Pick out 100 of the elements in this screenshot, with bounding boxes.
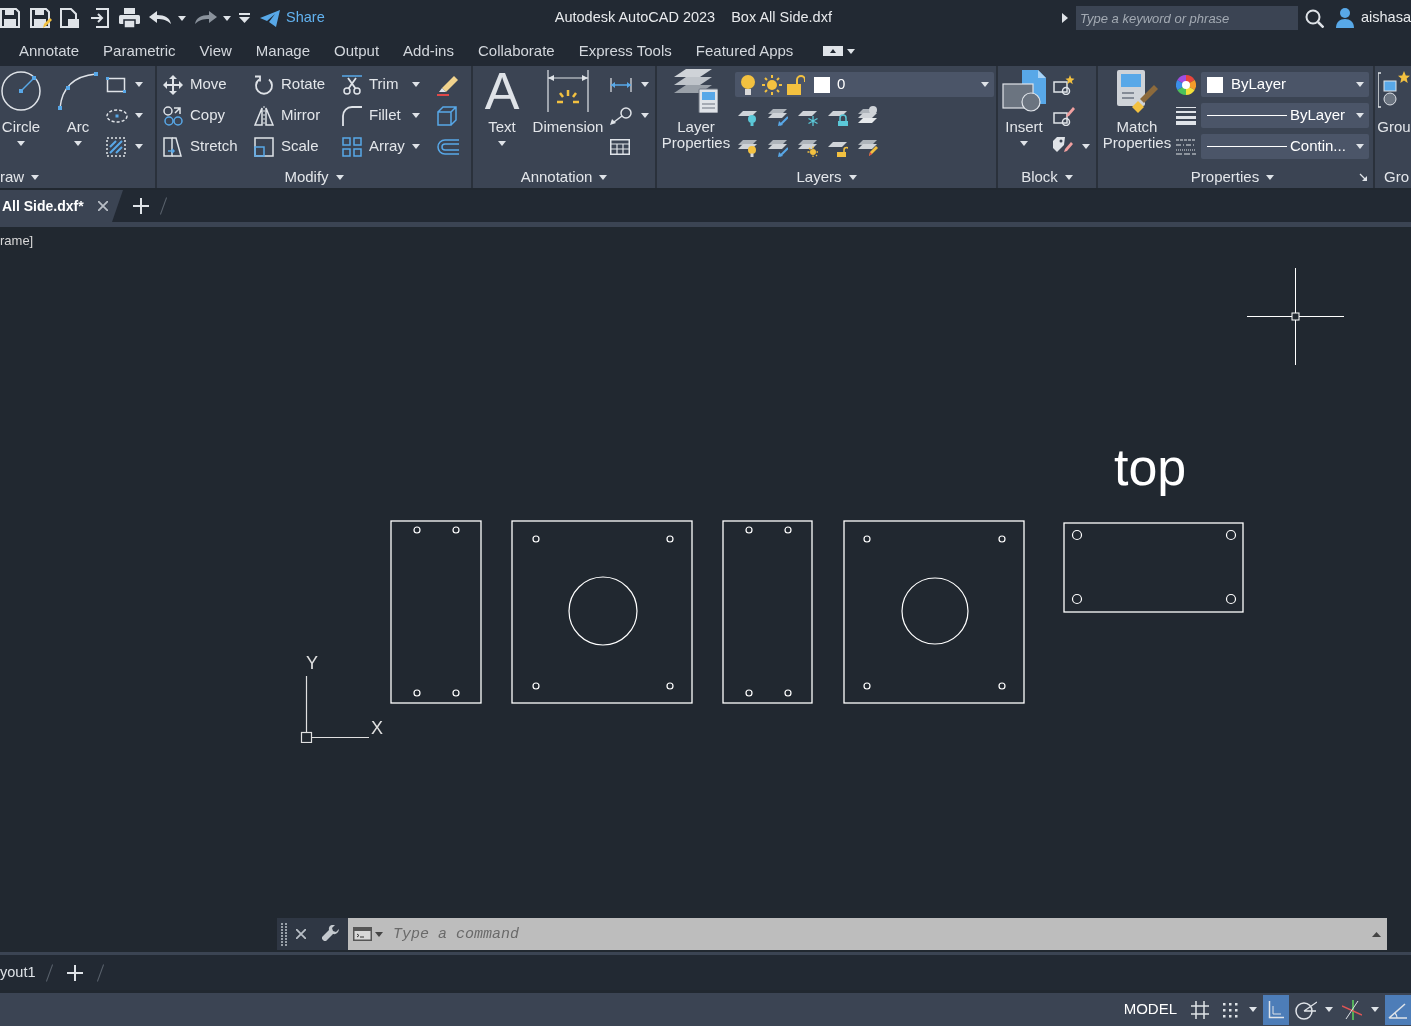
panel-title-button[interactable]: Layers (796, 169, 857, 185)
rounded-corner-icon[interactable] (342, 105, 362, 126)
plus-icon[interactable] (67, 964, 84, 981)
nested-squares-icon[interactable] (254, 136, 274, 157)
layer-dropdown[interactable]: 0 (735, 72, 994, 97)
leader-icon[interactable] (610, 106, 632, 125)
crossing-lines-icon[interactable] (1342, 999, 1362, 1020)
caret-icon[interactable] (31, 174, 40, 180)
tool-button[interactable]: Rotate (254, 69, 326, 100)
command-field[interactable]: Type a command (348, 918, 1387, 950)
ribbon-tab[interactable]: Express Tools (566, 36, 684, 66)
tool-button[interactable]: Circle (0, 66, 42, 146)
caret-icon[interactable] (375, 932, 383, 937)
caret-icon[interactable] (1082, 144, 1090, 149)
tool-button[interactable]: Stretch (163, 131, 238, 162)
tool-button[interactable]: Move (163, 69, 227, 100)
document-arrow-icon[interactable] (91, 8, 109, 28)
caret-icon[interactable] (335, 174, 344, 180)
caret-icon[interactable] (1356, 113, 1364, 118)
ribbon-tab[interactable]: Manage (243, 36, 323, 66)
caret-icon[interactable] (1064, 174, 1073, 180)
floppy-disk-pencil-icon[interactable] (30, 7, 52, 29)
search-icon[interactable] (1305, 8, 1324, 28)
color-dropdown[interactable]: ByLayer (1201, 72, 1369, 97)
ribbon-tab[interactable]: Parametric (91, 36, 188, 66)
close-icon[interactable] (98, 201, 108, 211)
line-caret-icon[interactable] (239, 13, 250, 23)
stretch-icon[interactable] (163, 136, 183, 157)
search-field[interactable]: Type a keyword or phrase (1076, 6, 1298, 30)
user-icon[interactable] (1336, 8, 1354, 28)
ribbon-tab[interactable]: Add-ins (391, 36, 466, 66)
ribbon-tab[interactable]: Collaborate (465, 36, 567, 66)
caret-icon[interactable] (223, 15, 231, 21)
close-icon[interactable] (296, 929, 306, 939)
caret-icon[interactable] (1356, 144, 1364, 149)
caret-icon[interactable] (981, 82, 989, 87)
document-tab[interactable]: All Side.dxf* (0, 190, 123, 222)
curved-arrow-right-icon[interactable] (195, 11, 217, 25)
circle-icon[interactable] (1, 70, 41, 112)
caret-icon[interactable] (1371, 1007, 1379, 1012)
document-icon[interactable] (59, 8, 79, 28)
polar-circle-icon[interactable] (1295, 999, 1317, 1020)
caret-icon[interactable] (641, 113, 649, 118)
caret-icon[interactable] (641, 82, 649, 87)
panel-title-button[interactable]: Gro (1384, 169, 1409, 185)
tool-button[interactable]: Trim (342, 69, 437, 100)
status-toggle[interactable] (1263, 994, 1289, 1025)
caret-icon[interactable] (74, 141, 82, 146)
tool-button[interactable]: Arc (57, 66, 99, 146)
caret-icon[interactable] (135, 82, 143, 87)
curved-arrow-left-icon[interactable] (149, 11, 171, 25)
ribbon-tab[interactable]: View (187, 36, 244, 66)
model-space-button[interactable]: MODEL (1117, 995, 1183, 1024)
up-triangle-icon[interactable] (1372, 932, 1381, 937)
right-angle-icon[interactable] (1268, 1000, 1284, 1019)
square-pencil-icon[interactable] (1053, 105, 1075, 126)
tool-button[interactable]: Grou (1377, 66, 1411, 135)
dot-grid-icon[interactable] (1222, 1001, 1238, 1018)
tool-button[interactable]: Copy (163, 100, 226, 131)
rectangle-icon[interactable] (106, 76, 126, 93)
nested-arcs-icon[interactable] (437, 138, 459, 155)
dimension-icon[interactable] (547, 70, 589, 112)
caret-icon[interactable] (135, 144, 143, 149)
tool-button[interactable]: Fillet (342, 100, 437, 131)
panel-title-button[interactable]: Block (1021, 169, 1073, 185)
eraser-icon[interactable] (437, 73, 459, 96)
hatch-icon[interactable] (106, 136, 126, 157)
cube-icon[interactable] (437, 105, 457, 126)
caret-icon[interactable] (848, 174, 857, 180)
layer-stack-icon[interactable] (858, 105, 878, 126)
light-bulb-icon[interactable] (741, 74, 755, 95)
caret-icon[interactable] (412, 113, 420, 118)
linear-dimension-icon[interactable] (610, 77, 632, 92)
panel-title-button[interactable]: Modify (284, 169, 344, 185)
tool-button[interactable]: Insert (1002, 66, 1046, 146)
open-padlock-icon[interactable] (787, 74, 805, 95)
panel-title-button[interactable]: Annotation (520, 169, 608, 185)
play-triangle-icon[interactable] (1062, 13, 1068, 23)
grip-dots-icon[interactable] (281, 922, 287, 946)
caret-icon[interactable] (1356, 82, 1364, 87)
four-way-arrow-icon[interactable] (163, 74, 183, 95)
scissors-icon[interactable] (342, 74, 362, 95)
layout-tab[interactable]: yout1 (0, 955, 36, 990)
grid-squares-icon[interactable] (342, 136, 362, 157)
monitor-brush-icon[interactable] (1116, 69, 1158, 113)
tool-button[interactable]: A Text (484, 66, 520, 146)
ellipse-icon[interactable] (106, 108, 128, 123)
tool-button[interactable]: Dimension (531, 66, 605, 135)
lineweight-dropdown[interactable]: ByLayer (1201, 103, 1369, 128)
panel-title-button[interactable]: raw (0, 169, 40, 185)
terminal-icon[interactable] (353, 927, 372, 941)
share-button[interactable]: Share (260, 7, 325, 29)
panel-title-button[interactable]: Properties (1190, 169, 1275, 185)
diagonal-arrow-icon[interactable] (1359, 173, 1367, 181)
caret-icon[interactable] (412, 144, 420, 149)
viewport-label[interactable]: rame] (0, 233, 34, 249)
plus-icon[interactable] (133, 198, 149, 214)
caret-icon[interactable] (599, 174, 608, 180)
caret-icon[interactable] (1266, 174, 1275, 180)
angle-icon[interactable] (1388, 1000, 1408, 1019)
